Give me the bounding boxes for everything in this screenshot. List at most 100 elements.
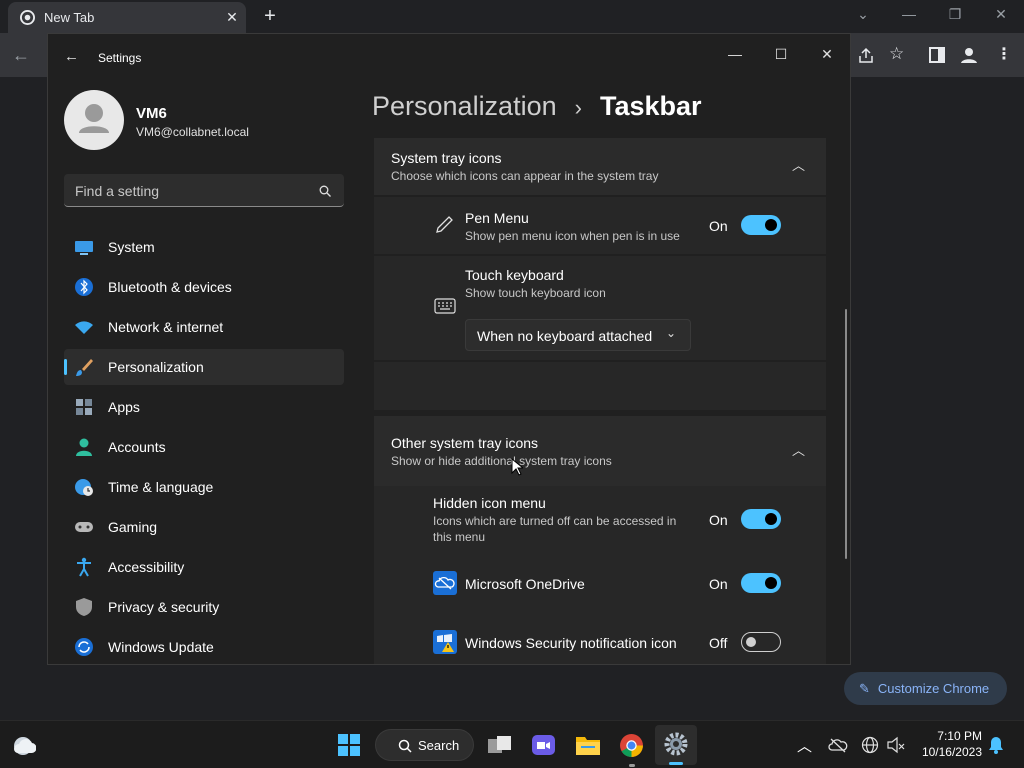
sidebar-item-network[interactable]: Network & internet (64, 309, 344, 345)
toggle-knob (746, 637, 756, 647)
chrome-tab-new-tab[interactable]: New Tab ✕ (8, 2, 246, 33)
pen-menu-toggle[interactable] (741, 215, 781, 235)
breadcrumb: Personalization › Taskbar (372, 91, 702, 122)
tab-search-icon[interactable]: ⌄ (853, 4, 873, 24)
sidebar-item-accessibility[interactable]: Accessibility (64, 549, 344, 585)
close-window-icon[interactable]: ✕ (991, 4, 1011, 24)
toggle-state-label: On (709, 218, 728, 234)
search-icon (319, 185, 331, 197)
sidebar-item-time-language[interactable]: Time & language (64, 469, 344, 505)
menu-dots-icon[interactable]: ⋮ (996, 44, 1012, 64)
task-view-icon[interactable] (487, 734, 513, 756)
setting-title: Hidden icon menu (433, 495, 546, 511)
windows-security-toggle[interactable] (741, 632, 781, 652)
system-tray-header[interactable]: System tray icons Choose which icons can… (374, 138, 826, 195)
search-icon (398, 739, 412, 753)
sidebar-item-label: Personalization (108, 359, 204, 375)
section-subtitle: Show or hide additional system tray icon… (391, 454, 612, 468)
other-tray-header[interactable]: Other system tray icons Show or hide add… (374, 416, 826, 486)
customize-chrome-label: Customize Chrome (877, 681, 990, 696)
sidebar-item-label: Windows Update (108, 639, 214, 655)
sidebar-item-accounts[interactable]: Accounts (64, 429, 344, 465)
onedrive-toggle[interactable] (741, 573, 781, 593)
chevron-up-icon[interactable]: ︿ (792, 155, 805, 174)
taskbar: Search ︿ 7:10 PM 10/16/2023 (0, 720, 1024, 768)
close-icon[interactable]: ✕ (812, 39, 842, 69)
gamepad-icon (75, 522, 93, 532)
pen-menu-row: Pen Menu Show pen menu icon when pen is … (374, 197, 826, 254)
sidebar-item-label: Time & language (108, 479, 214, 495)
scrollbar-thumb[interactable] (845, 309, 847, 559)
sidebar-item-label: Privacy & security (108, 599, 220, 615)
section-title: Other system tray icons (391, 435, 539, 451)
search-input[interactable]: Find a setting (64, 174, 344, 207)
toggle-state-label: On (709, 512, 728, 528)
onedrive-tray-icon[interactable] (828, 737, 848, 753)
user-name: VM6 (136, 105, 167, 122)
sidebar-item-apps[interactable]: Apps (64, 389, 344, 425)
volume-muted-icon[interactable] (886, 736, 906, 754)
bookmark-star-icon[interactable]: ☆ (889, 44, 904, 64)
notification-bell-icon[interactable] (988, 736, 1004, 754)
dropdown-value: When no keyboard attached (477, 328, 653, 344)
person-icon (76, 438, 92, 456)
start-windows-icon[interactable] (338, 734, 360, 756)
accessibility-icon (77, 557, 91, 577)
onedrive-icon (433, 571, 457, 595)
profile-icon[interactable] (960, 46, 978, 64)
breadcrumb-parent[interactable]: Personalization (372, 91, 557, 122)
sidebar-item-label: System (108, 239, 155, 255)
minimize-icon[interactable]: — (720, 39, 750, 69)
sidebar-item-label: Accessibility (108, 559, 185, 575)
blank-row (374, 362, 826, 410)
sidebar-item-label: Apps (108, 399, 140, 415)
window-title: Settings (98, 51, 142, 65)
sidebar-item-privacy[interactable]: Privacy & security (64, 589, 344, 625)
setting-title: Pen Menu (465, 210, 529, 226)
setting-subtitle: Icons which are turned off can be access… (433, 514, 677, 528)
show-hidden-icons-chevron-icon[interactable]: ︿ (797, 735, 812, 756)
side-panel-icon[interactable] (929, 47, 945, 63)
pen-icon (436, 216, 453, 233)
sidebar-item-bluetooth[interactable]: Bluetooth & devices (64, 269, 344, 305)
file-explorer-icon[interactable] (575, 733, 601, 757)
other-tray-list: Hidden icon menu Icons which are turned … (374, 486, 826, 664)
search-label: Search (418, 738, 460, 753)
settings-taskbar-button[interactable] (655, 725, 697, 765)
chrome-taskbar-icon[interactable] (619, 733, 644, 758)
chevron-down-icon: ⌄ (666, 326, 677, 340)
back-icon[interactable]: ← (12, 45, 30, 66)
clock-time: 7:10 PM (937, 729, 982, 743)
close-tab-icon[interactable]: ✕ (222, 7, 242, 27)
windows-security-icon (433, 630, 457, 654)
settings-back-icon[interactable]: ← (64, 48, 79, 65)
page-title: Taskbar (599, 91, 702, 121)
share-icon[interactable] (857, 47, 875, 65)
shield-icon (76, 598, 92, 616)
sidebar-item-windows-update[interactable]: Windows Update (64, 629, 344, 664)
weather-cloud-icon[interactable] (10, 734, 36, 756)
teams-chat-icon[interactable] (531, 733, 556, 757)
new-tab-button[interactable]: + (260, 5, 280, 28)
system-icon (75, 241, 93, 255)
network-globe-icon[interactable] (861, 736, 879, 754)
restore-icon[interactable]: ❐ (945, 4, 965, 24)
toggle-knob (765, 219, 777, 231)
chrome-running-indicator (629, 764, 635, 767)
chevron-up-icon[interactable]: ︿ (792, 440, 805, 459)
settings-window: ← Settings — ☐ ✕ VM6 VM6@collabnet.local… (47, 33, 851, 665)
sidebar-item-personalization[interactable]: Personalization (64, 349, 344, 385)
customize-chrome-button[interactable]: ✎ Customize Chrome (844, 672, 1007, 705)
sidebar-item-gaming[interactable]: Gaming (64, 509, 344, 545)
keyboard-dropdown[interactable]: When no keyboard attached ⌄ (465, 319, 691, 351)
minimize-icon[interactable]: — (899, 4, 919, 24)
sidebar-item-label: Accounts (108, 439, 166, 455)
taskbar-search-button[interactable]: Search (375, 729, 474, 761)
keyboard-icon (434, 298, 456, 314)
sidebar-item-system[interactable]: System (64, 229, 344, 265)
toggle-knob (765, 577, 777, 589)
active-app-indicator (669, 762, 683, 765)
hidden-icon-menu-toggle[interactable] (741, 509, 781, 529)
maximize-icon[interactable]: ☐ (766, 39, 796, 69)
clock[interactable]: 7:10 PM 10/16/2023 (914, 729, 982, 759)
